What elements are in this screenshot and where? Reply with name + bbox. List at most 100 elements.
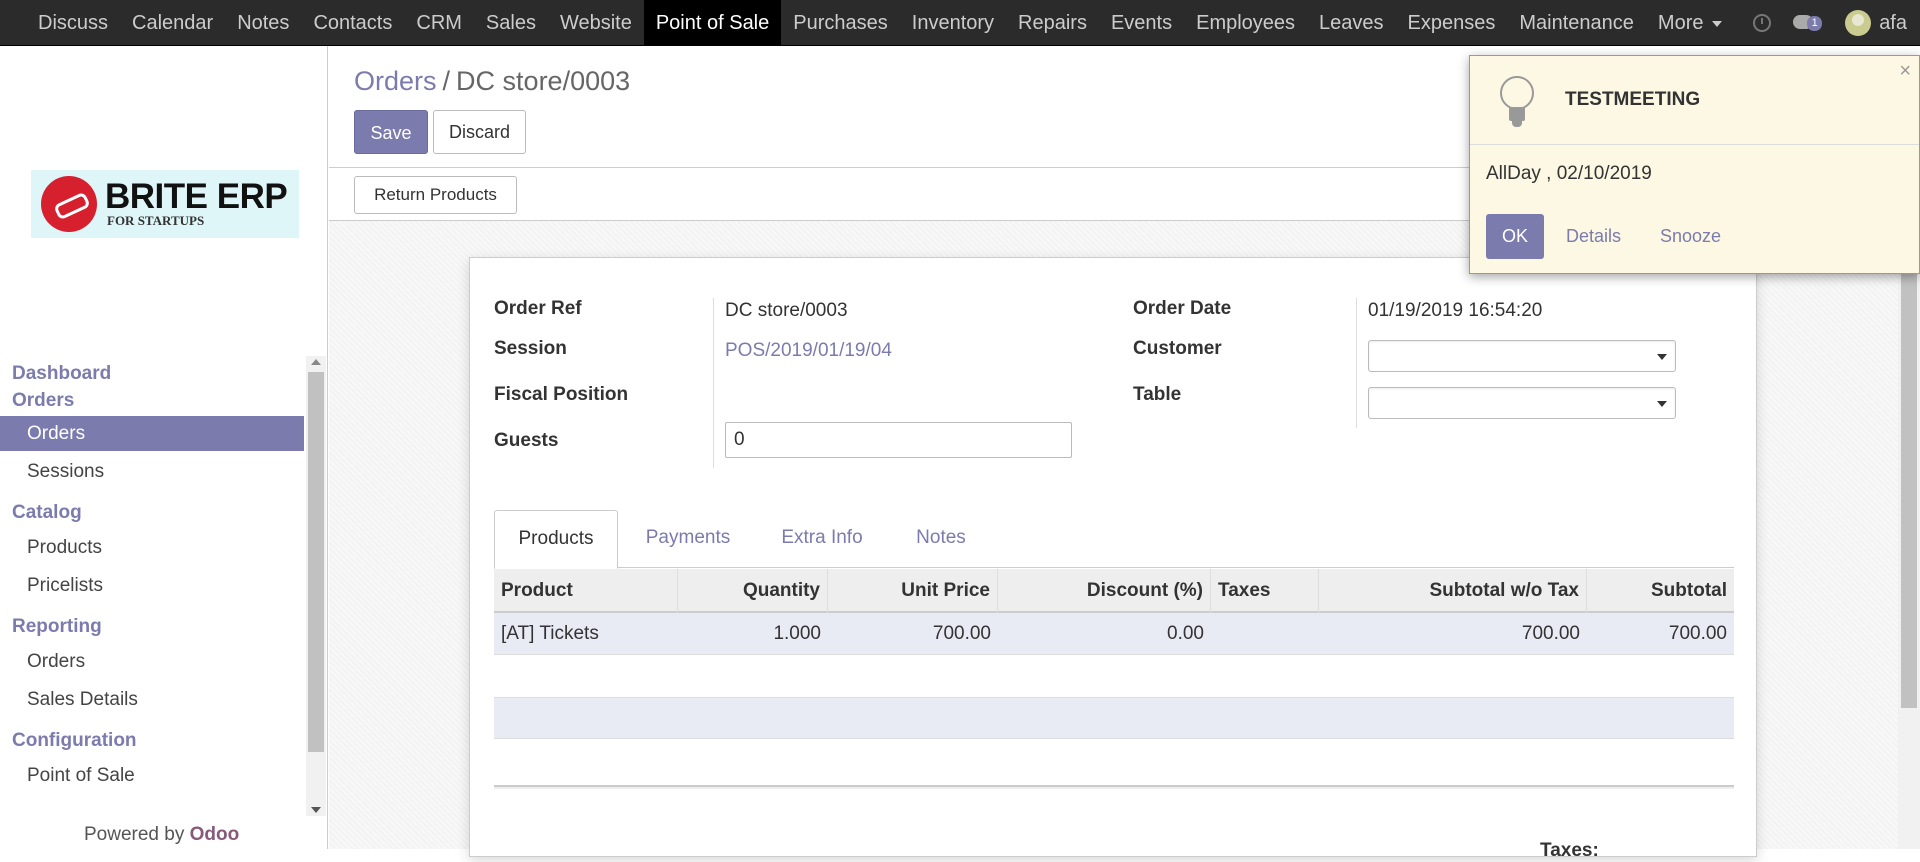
snooze-link[interactable]: Snooze [1660,226,1721,247]
menu-inventory[interactable]: Inventory [900,0,1006,46]
scroll-up-arrow-icon[interactable] [311,359,321,365]
sidebar: BRITE ERP FOR STARTUPS Dashboard Orders … [0,46,328,849]
dropdown-arrow-icon [1657,401,1667,407]
top-navbar: Discuss Calendar Notes Contacts CRM Sale… [0,0,1920,46]
table-label: Table [1133,384,1182,405]
caret-down-icon [1711,20,1722,27]
cell-subtotal-wo-tax: 700.00 [1521,623,1580,644]
cell-unit-price: 700.00 [932,623,991,644]
session-link[interactable]: POS/2019/01/19/04 [725,340,892,362]
tab-extra-info[interactable]: Extra Info [758,510,886,568]
tab-products[interactable]: Products [494,510,618,569]
discard-button[interactable]: Discard [433,110,526,154]
notification-title: TESTMEETING [1565,89,1701,110]
menu-events[interactable]: Events [1099,0,1184,46]
column-subtotal[interactable]: Subtotal [1587,569,1734,613]
order-ref-value: DC store/0003 [725,300,848,321]
breadcrumb-separator: / [442,66,451,96]
menu-calendar[interactable]: Calendar [120,0,225,46]
cell-product: [AT] Tickets [501,623,599,644]
scrollbar-thumb[interactable] [1901,268,1917,708]
sidebar-section-reporting[interactable]: Reporting [0,613,304,640]
odoo-link[interactable]: Odoo [190,824,240,845]
sidebar-item-pricelists[interactable]: Pricelists [0,568,304,603]
details-link[interactable]: Details [1566,226,1621,247]
save-button[interactable]: Save [354,110,428,154]
column-divider [1356,298,1357,428]
sidebar-section-catalog[interactable]: Catalog [0,499,304,526]
user-avatar[interactable] [1845,10,1872,36]
activity-clock-icon[interactable] [1753,14,1772,32]
order-ref-label: Order Ref [494,298,582,319]
sidebar-item-reporting-orders[interactable]: Orders [0,644,304,679]
sidebar-item-point-of-sale[interactable]: Point of Sale [0,758,304,793]
menu-sales[interactable]: Sales [474,0,548,46]
sidebar-section-orders[interactable]: Orders [0,387,304,414]
menu-website[interactable]: Website [548,0,644,46]
sidebar-section-configuration[interactable]: Configuration [0,727,304,754]
guests-input[interactable]: 0 [725,422,1072,458]
tab-notes[interactable]: Notes [886,510,996,568]
user-name[interactable]: afa [1879,12,1907,35]
menu-expenses[interactable]: Expenses [1396,0,1508,46]
guests-label: Guests [494,430,559,451]
calendar-notification: TESTMEETING × AllDay , 02/10/2019 OK Det… [1469,55,1920,274]
notification-body: AllDay , 02/10/2019 [1486,163,1652,184]
table-footer-divider [494,785,1734,789]
menu-more[interactable]: More [1646,0,1734,46]
table-select[interactable] [1368,387,1676,419]
return-products-button[interactable]: Return Products [354,176,517,214]
menu-notes[interactable]: Notes [225,0,301,46]
sidebar-scrollbar[interactable] [306,356,326,816]
menu-maintenance[interactable]: Maintenance [1507,0,1646,46]
order-date-label: Order Date [1133,298,1232,319]
column-quantity[interactable]: Quantity [678,569,828,613]
logo-title: BRITE ERP [105,177,288,216]
sidebar-item-products[interactable]: Products [0,530,304,565]
menu-discuss[interactable]: Discuss [26,0,120,46]
column-subtotal-wo-tax[interactable]: Subtotal w/o Tax [1319,569,1587,613]
table-header: Product Quantity Unit Price Discount (%)… [494,569,1734,613]
breadcrumb-current: DC store/0003 [456,66,631,96]
scrollbar-thumb[interactable] [308,372,324,752]
sidebar-item-sessions[interactable]: Sessions [0,454,304,489]
notebook-tabs: Products Payments Extra Info Notes [494,510,1734,569]
form-sheet: Order Ref DC store/0003 Session POS/2019… [469,257,1757,861]
chat-count-badge: 1 [1807,16,1823,31]
cell-quantity: 1.000 [773,623,821,644]
powered-prefix: Powered by [84,824,185,845]
systray: 1 afa [1753,0,1920,46]
table-row[interactable]: [AT] Tickets 1.000 700.00 0.00 700.00 70… [494,613,1734,655]
logo-subtitle: FOR STARTUPS [107,213,205,228]
ok-button[interactable]: OK [1486,214,1544,259]
sidebar-item-orders[interactable]: Orders [0,416,304,451]
customer-label: Customer [1133,338,1222,359]
menu-employees[interactable]: Employees [1184,0,1307,46]
close-icon[interactable]: × [1899,60,1911,83]
column-discount[interactable]: Discount (%) [998,569,1211,613]
tab-payments[interactable]: Payments [618,510,758,568]
menu-leaves[interactable]: Leaves [1307,0,1396,46]
menu-purchases[interactable]: Purchases [781,0,900,46]
breadcrumb-orders-link[interactable]: Orders [354,66,437,96]
more-label: More [1657,12,1704,34]
sidebar-item-sales-details[interactable]: Sales Details [0,682,304,717]
messaging-icon[interactable]: 1 [1793,13,1823,33]
sidebar-section-dashboard[interactable]: Dashboard [0,360,304,387]
customer-select[interactable] [1368,340,1676,372]
column-product[interactable]: Product [494,569,678,613]
scroll-down-arrow-icon[interactable] [311,807,321,813]
menu-crm[interactable]: CRM [404,0,474,46]
order-date-value: 01/19/2019 16:54:20 [1368,300,1543,321]
menu-repairs[interactable]: Repairs [1006,0,1099,46]
column-divider [713,298,714,468]
cell-subtotal: 700.00 [1668,623,1727,644]
breadcrumb: Orders / DC store/0003 [354,66,630,97]
taxes-label: Taxes: [1540,840,1599,861]
column-taxes[interactable]: Taxes [1211,569,1319,613]
menu-contacts[interactable]: Contacts [301,0,404,46]
column-unit-price[interactable]: Unit Price [828,569,998,613]
logo-mark-icon [41,176,97,232]
fiscal-position-label: Fiscal Position [494,384,629,405]
menu-point-of-sale[interactable]: Point of Sale [643,0,782,46]
